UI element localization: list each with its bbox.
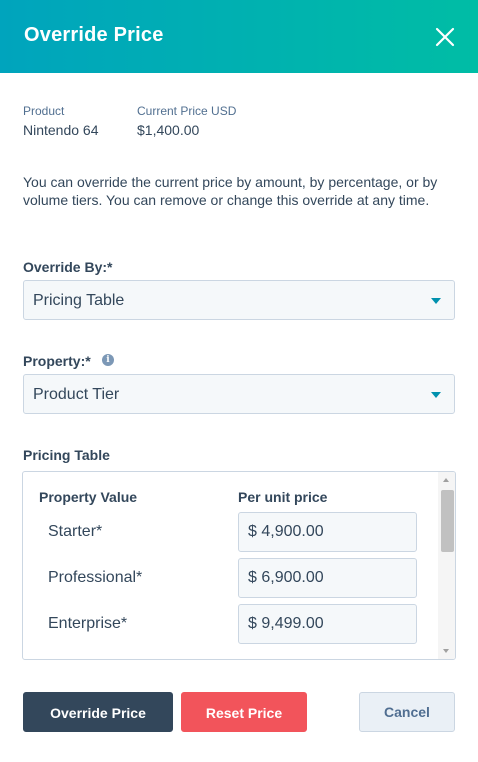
scroll-down-arrow-icon[interactable] [443,649,449,653]
price-input-professional[interactable]: $ 6,900.00 [238,558,417,598]
price-input-starter[interactable]: $ 4,900.00 [238,512,417,552]
cancel-button[interactable]: Cancel [359,692,455,732]
pricing-table: Property Value Per unit price Starter* $… [22,471,456,660]
column-header-per-unit-price: Per unit price [238,489,328,505]
scrollbar-thumb[interactable] [441,490,454,552]
reset-price-button[interactable]: Reset Price [181,692,307,732]
current-price-value: $1,400.00 [137,122,200,138]
override-by-value: Pricing Table [33,292,125,309]
column-header-property-value: Property Value [39,489,138,505]
row-label-professional: Professional* [48,569,143,586]
info-icon[interactable]: i [102,354,114,366]
property-value: Product Tier [33,386,120,403]
close-icon[interactable] [434,26,456,48]
override-by-label: Override By:* [23,259,113,275]
chevron-down-icon [431,392,441,398]
scroll-up-arrow-icon[interactable] [443,478,449,482]
modal-title: Override Price [24,24,164,46]
price-value: $ 6,900.00 [248,569,324,586]
override-price-button[interactable]: Override Price [23,692,173,732]
pricing-table-label: Pricing Table [23,447,110,463]
row-label-enterprise: Enterprise* [48,615,128,632]
override-description: You can override the current price by am… [23,174,438,208]
property-select[interactable]: Product Tier [23,374,455,414]
chevron-down-icon [431,298,441,304]
table-scrollbar[interactable] [438,472,455,659]
property-label: Property:* [23,353,91,369]
product-name: Nintendo 64 [23,122,99,138]
product-label: Product [23,104,65,118]
row-label-starter: Starter* [48,523,103,540]
modal-header: Override Price [0,0,478,73]
override-by-select[interactable]: Pricing Table [23,280,455,320]
price-value: $ 9,499.00 [248,615,324,632]
price-value: $ 4,900.00 [248,523,324,540]
price-input-enterprise[interactable]: $ 9,499.00 [238,604,417,644]
current-price-label: Current Price USD [137,104,237,118]
